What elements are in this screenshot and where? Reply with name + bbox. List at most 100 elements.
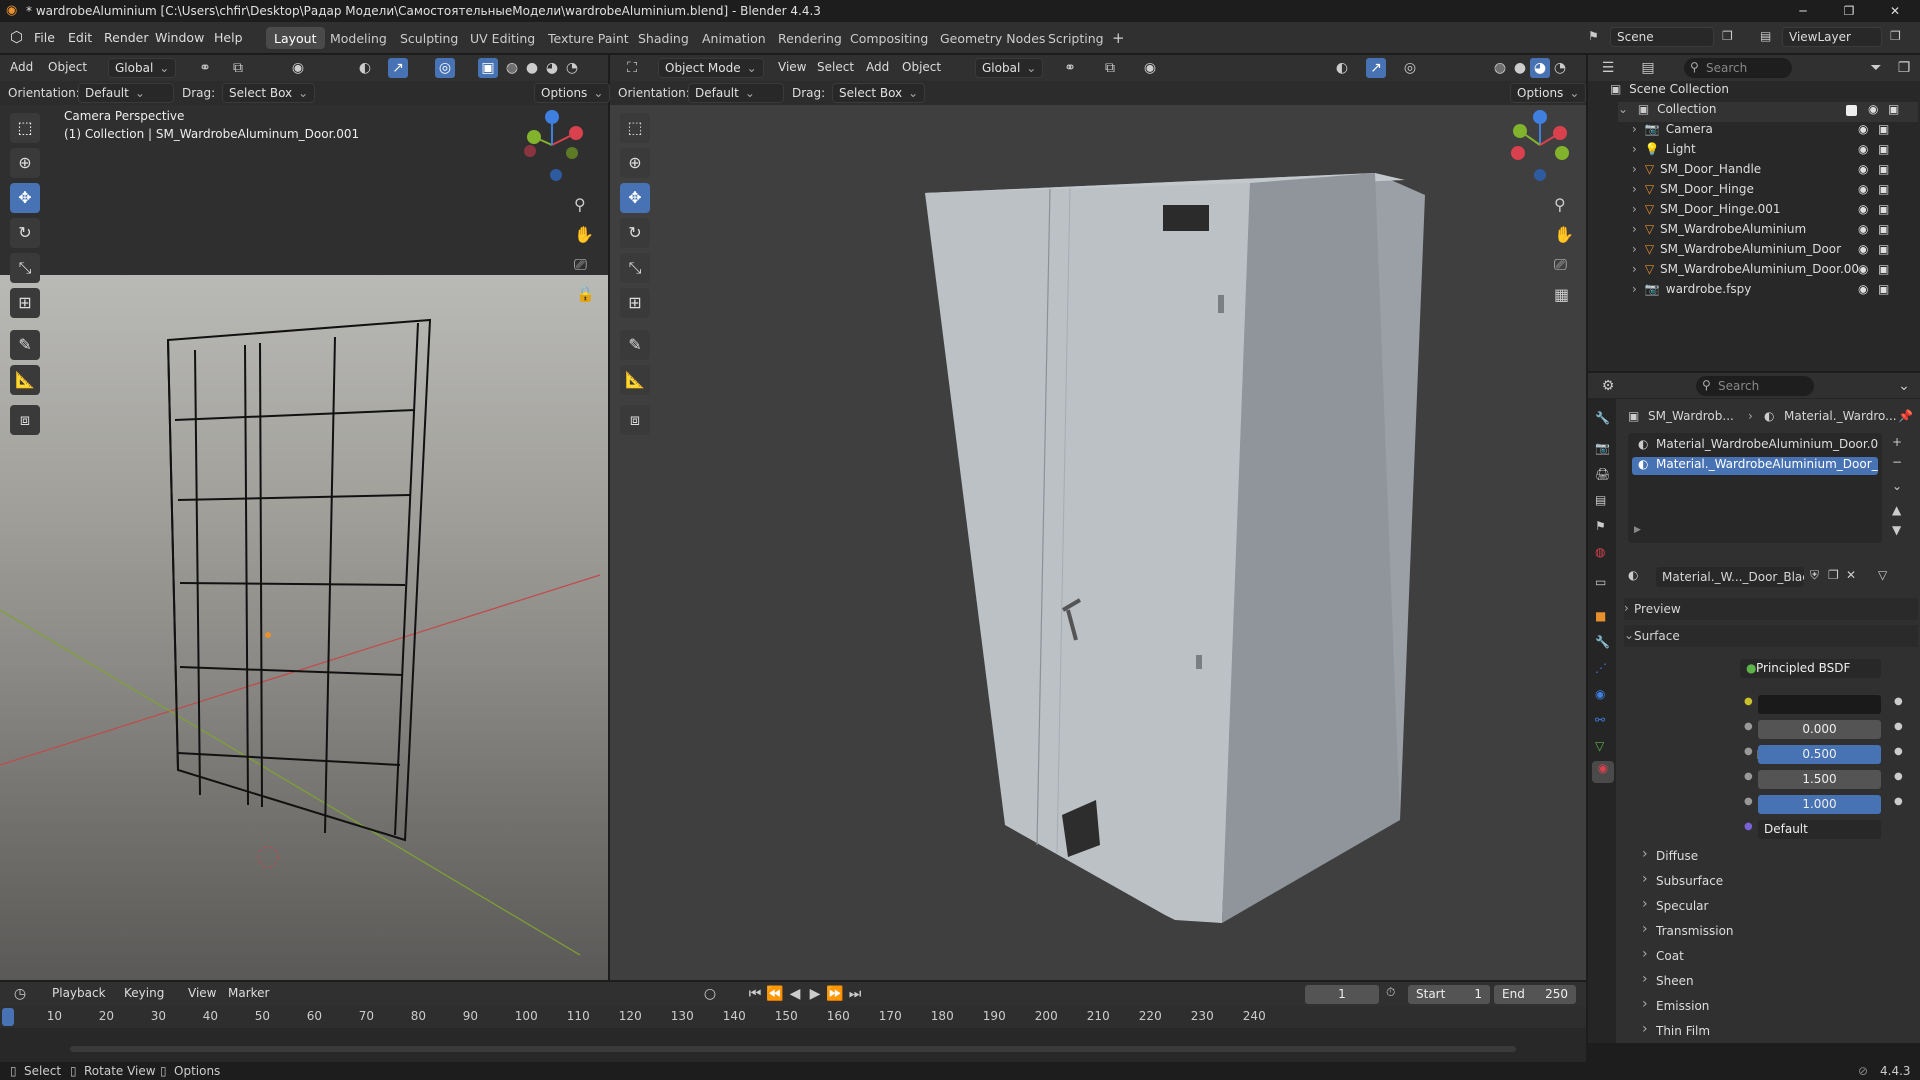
subsection-specular[interactable]: Specular — [1642, 896, 1709, 913]
properties-search-input[interactable]: ⚲ Search — [1696, 376, 1814, 396]
lock-icon[interactable]: 🔒 — [576, 285, 595, 303]
collection-checkbox[interactable] — [1846, 105, 1857, 116]
render-camera-icon[interactable]: ▣ — [1878, 282, 1889, 296]
filter-icon[interactable]: ⏷ — [1866, 58, 1886, 78]
menu-edit[interactable]: Edit — [68, 30, 92, 45]
keyframe-dot-icon[interactable]: ● — [1894, 696, 1903, 707]
left-menu-add[interactable]: Add — [10, 60, 33, 74]
menu-help[interactable]: Help — [214, 30, 243, 45]
tab-modeling[interactable]: Modeling — [322, 27, 395, 49]
subsection-emission[interactable]: Emission — [1642, 996, 1709, 1013]
scene-selector[interactable]: Scene — [1610, 27, 1714, 47]
right-move-tool-icon[interactable]: ✥ — [620, 183, 650, 213]
keyframe-dot-icon[interactable]: ● — [1894, 746, 1903, 757]
tool-tab-icon[interactable]: 🔧 — [1595, 411, 1610, 425]
keyframe-dot-icon[interactable]: ● — [1894, 796, 1903, 807]
tab-compositing[interactable]: Compositing — [842, 27, 936, 49]
outliner-item[interactable]: › 💡 Light ◉ ▣ — [1632, 142, 1918, 162]
left-viewport-canvas[interactable]: Camera Perspective (1) Collection | SM_W… — [0, 105, 608, 980]
subsection-transmission[interactable]: Transmission — [1642, 921, 1733, 938]
proportional-icon[interactable]: ◉ — [288, 58, 308, 78]
ior-field[interactable]: 1.500 — [1758, 770, 1881, 789]
visibility-eye-icon[interactable]: ◉ — [1858, 242, 1868, 256]
visibility-eye-icon[interactable]: ◉ — [1858, 282, 1868, 296]
material-shading-icon[interactable]: ◕ — [542, 58, 562, 78]
material-slot-item-selected[interactable]: ◐ Material._WardrobeAluminium_Door_... — [1632, 457, 1878, 475]
right-menu-add[interactable]: Add — [866, 60, 889, 74]
right-solid-icon[interactable]: ● — [1510, 58, 1530, 78]
render-camera-icon[interactable]: ▣ — [1878, 162, 1889, 176]
right-transform-dropdown[interactable]: Global — [975, 58, 1044, 78]
xray-icon[interactable]: ▣ — [478, 58, 498, 78]
right-orientation-dropdown[interactable]: Default — [688, 83, 784, 103]
pin-icon[interactable]: 📌 — [1898, 409, 1913, 423]
right-cursor-tool-icon[interactable]: ⊕ — [620, 148, 650, 178]
properties-options-icon[interactable]: ⌄ — [1894, 376, 1914, 396]
cursor-tool-icon[interactable]: ⊕ — [10, 148, 40, 178]
remove-slot-icon[interactable]: − — [1892, 455, 1902, 469]
zoom-icon[interactable]: ⚲ — [574, 195, 586, 214]
right-rendered-icon[interactable]: ◔ — [1550, 58, 1570, 78]
viewlayer-selector[interactable]: ViewLayer — [1782, 27, 1882, 47]
left-orientation-dropdown[interactable]: Default — [78, 83, 174, 103]
render-tab-icon[interactable]: 📷 — [1595, 441, 1610, 455]
auto-keying-icon[interactable]: ○ — [700, 984, 720, 1004]
preview-range-icon[interactable]: ⏱ — [1386, 985, 1395, 1000]
collection-visibility-icon[interactable]: ◉ — [1868, 102, 1878, 116]
editor-type-icon[interactable]: ⛶ — [622, 58, 642, 78]
tab-geometry-nodes[interactable]: Geometry Nodes — [932, 27, 1053, 49]
material-slot-item[interactable]: ◐ Material_WardrobeAluminium_Door.0... — [1632, 437, 1878, 455]
expand-chevron-icon[interactable]: › — [1632, 282, 1637, 296]
tab-uv-editing[interactable]: UV Editing — [462, 27, 543, 49]
right-material-icon[interactable]: ◕ — [1530, 58, 1550, 78]
right-ortho-grid-icon[interactable]: ▦ — [1554, 285, 1569, 304]
pivot-icon[interactable]: ⚭ — [195, 58, 215, 78]
gizmo-icon[interactable]: ↗ — [388, 58, 408, 78]
duplicate-material-icon[interactable]: ❐ — [1828, 568, 1839, 582]
outliner-item[interactable]: › ▽ SM_WardrobeAluminium ◉ ▣ — [1632, 222, 1918, 242]
render-camera-icon[interactable]: ▣ — [1878, 182, 1889, 196]
subsection-coat[interactable]: Coat — [1642, 946, 1684, 963]
add-workspace-icon[interactable]: + — [1104, 25, 1133, 47]
collapse-chevron-icon[interactable]: ⌄ — [1618, 102, 1628, 116]
render-camera-icon[interactable]: ▣ — [1878, 202, 1889, 216]
timeline-editor-icon[interactable]: ◷ — [10, 984, 30, 1004]
menu-file[interactable]: File — [34, 30, 55, 45]
minimize-icon[interactable]: ─ — [1780, 0, 1826, 22]
subsection-thin-film[interactable]: Thin Film — [1642, 1021, 1710, 1038]
overlay-icon[interactable]: ◎ — [435, 58, 455, 78]
surface-panel-header[interactable]: ⌄ Surface — [1624, 625, 1918, 647]
next-keyframe-icon[interactable]: ⏩ — [825, 984, 845, 1004]
add-slot-icon[interactable]: + — [1892, 435, 1902, 449]
tab-texture-paint[interactable]: Texture Paint — [540, 27, 637, 49]
menu-render[interactable]: Render — [104, 30, 149, 45]
right-select-tool-icon[interactable]: ⬚ — [620, 113, 650, 143]
expand-chevron-icon[interactable]: › — [1632, 262, 1637, 276]
outliner-editor-icon[interactable]: ☰ — [1598, 58, 1618, 78]
visibility-eye-icon[interactable]: ◉ — [1858, 182, 1868, 196]
world-tab-icon[interactable]: ◍ — [1595, 545, 1605, 559]
playhead[interactable] — [2, 1008, 14, 1026]
right-menu-object[interactable]: Object — [902, 60, 941, 74]
tab-layout[interactable]: Layout — [266, 27, 325, 49]
outliner-item[interactable]: › 📷 wardrobe.fspy ◉ ▣ — [1632, 282, 1918, 302]
right-add-cube-tool-icon[interactable]: ⧈ — [620, 405, 650, 435]
maximize-icon[interactable]: ❐ — [1826, 0, 1872, 22]
render-camera-icon[interactable]: ▣ — [1878, 222, 1889, 236]
left-transform-dropdown[interactable]: Global — [108, 58, 177, 78]
move-slot-up-icon[interactable]: ▲ — [1892, 503, 1901, 517]
expand-chevron-icon[interactable]: › — [1632, 242, 1637, 256]
timeline-menu-keying[interactable]: Keying — [124, 986, 164, 1000]
right-scale-tool-icon[interactable]: ⤡ — [620, 253, 650, 283]
right-viewport-canvas[interactable]: ⚲ ✋ ⎚ ▦ — [610, 105, 1586, 980]
left-options-dropdown[interactable]: Options — [534, 83, 611, 103]
collection-tab-icon[interactable]: ▭ — [1595, 575, 1606, 589]
close-icon[interactable]: ✕ — [1872, 0, 1918, 22]
alpha-field[interactable]: 1.000 — [1758, 795, 1881, 814]
blender-menu-icon[interactable]: ⬡ — [10, 28, 23, 46]
right-zoom-icon[interactable]: ⚲ — [1554, 195, 1566, 214]
expand-chevron-icon[interactable]: › — [1632, 202, 1637, 216]
object-tab-icon[interactable]: ■ — [1595, 609, 1606, 623]
outliner-item[interactable]: › ▽ SM_Door_Hinge.001 ◉ ▣ — [1632, 202, 1918, 222]
right-menu-select[interactable]: Select — [817, 60, 854, 74]
